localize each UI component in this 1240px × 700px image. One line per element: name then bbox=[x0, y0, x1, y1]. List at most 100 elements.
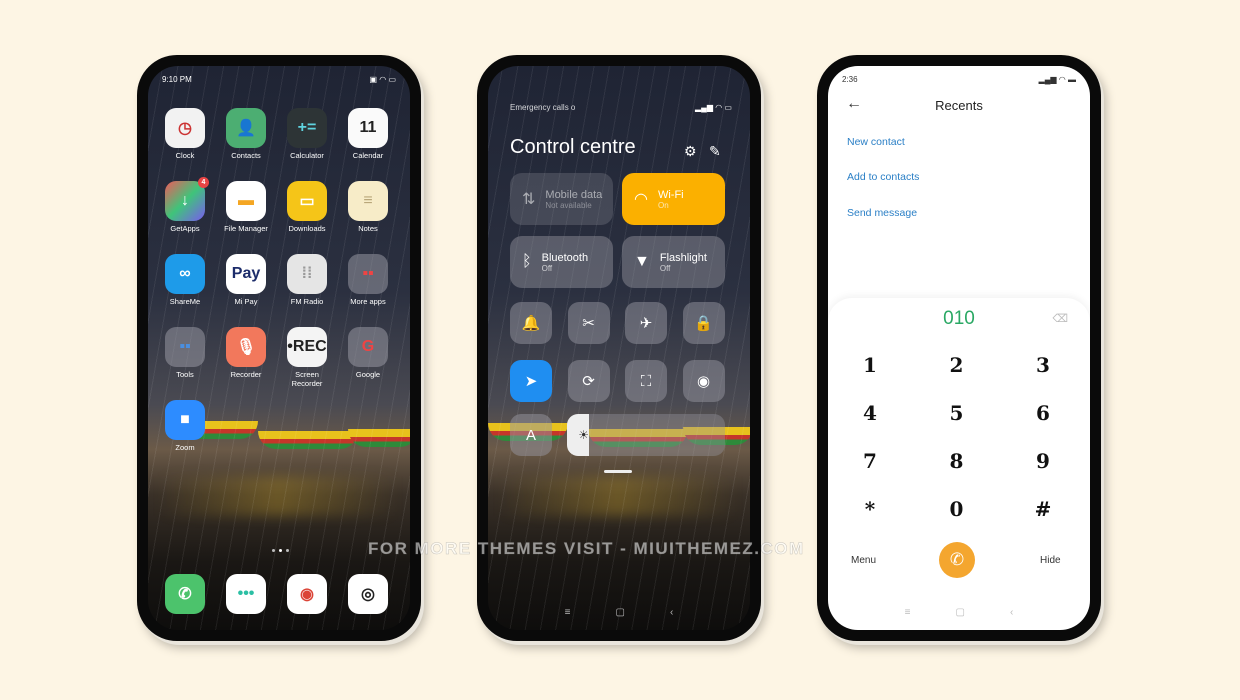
location-icon: ➤ bbox=[524, 373, 538, 390]
app-shareme[interactable]: ∞ ShareMe bbox=[157, 254, 213, 306]
app-getapps[interactable]: ↓ 4 GetApps bbox=[157, 177, 213, 233]
mobile-data-tile[interactable]: ⇅ Mobile data Not available bbox=[510, 173, 613, 225]
key-6[interactable]: 6 bbox=[1023, 401, 1063, 425]
app-calendar[interactable]: 11 Calendar bbox=[340, 108, 396, 160]
send-message-link[interactable]: Send message bbox=[847, 207, 917, 219]
menu-button[interactable]: Menu bbox=[851, 555, 876, 566]
app-recorder[interactable]: 🎙 Recorder bbox=[218, 327, 274, 379]
key-3[interactable]: 3 bbox=[1023, 353, 1063, 377]
flashlight-tile[interactable]: ▼ Flashlight Off bbox=[622, 236, 725, 288]
menu-nav-icon[interactable]: ≡ bbox=[565, 607, 571, 618]
navigation-bar: ≡ ▢ ‹ bbox=[828, 607, 1090, 618]
getapps-icon: ↓ 4 bbox=[165, 177, 209, 221]
dialpad: 010 ⌫ 1 2 3 4 5 6 7 8 9 * 0 # bbox=[828, 298, 1090, 630]
phone-icon: ✆ bbox=[949, 550, 965, 569]
key-#[interactable]: # bbox=[1023, 497, 1063, 521]
backspace-icon[interactable]: ⌫ bbox=[1052, 312, 1068, 325]
app-more-apps[interactable]: ▪▪ More apps bbox=[340, 254, 396, 306]
chrome-icon: ◉ bbox=[287, 574, 327, 614]
bell-icon: 🔔 bbox=[521, 315, 541, 332]
screen-recorder-icon: •REC bbox=[287, 327, 327, 367]
dock-phone[interactable]: ✆ bbox=[157, 574, 213, 617]
page-title: Control centre bbox=[510, 136, 636, 158]
dock-camera[interactable]: ◎ bbox=[340, 574, 396, 617]
wifi-tile[interactable]: ◠ Wi-Fi On bbox=[622, 173, 725, 225]
handle-bar[interactable] bbox=[604, 470, 632, 473]
settings-icon[interactable]: ⚙ bbox=[684, 143, 697, 160]
page-title: Recents bbox=[935, 98, 983, 113]
shareme-icon: ∞ bbox=[165, 254, 205, 294]
app-clock[interactable]: ◷ Clock bbox=[157, 108, 213, 160]
screenshot-icon: ✂ bbox=[582, 315, 595, 332]
app-label: Mi Pay bbox=[234, 297, 258, 306]
lock-toggle[interactable]: 🔒 bbox=[682, 302, 725, 344]
app-label: File Manager bbox=[224, 224, 268, 233]
app-notes[interactable]: ≡ Notes bbox=[340, 181, 396, 233]
screenshot-toggle[interactable]: ✂ bbox=[567, 302, 610, 344]
watermark: FOR MORE THEMES VISIT - MIUITHEMEZ.COM bbox=[368, 539, 805, 559]
app-fm-radio[interactable]: ⁞⁞ FM Radio bbox=[279, 254, 335, 306]
brightness-slider[interactable]: ☀ bbox=[567, 414, 725, 456]
location-toggle[interactable]: ➤ bbox=[510, 360, 552, 402]
auto-brightness-button[interactable]: A bbox=[510, 414, 552, 456]
navigation-bar: ≡ ▢ ‹ bbox=[488, 607, 750, 618]
downloads-icon: ▭ bbox=[287, 181, 327, 221]
app-google[interactable]: G Google bbox=[340, 327, 396, 379]
app-label: GetApps bbox=[170, 224, 200, 233]
key-*[interactable]: * bbox=[850, 497, 890, 521]
back-nav-icon[interactable]: ‹ bbox=[1010, 607, 1013, 618]
key-9[interactable]: 9 bbox=[1023, 449, 1063, 473]
flashlight-icon: ▼ bbox=[634, 253, 650, 270]
status-time: 2:36 bbox=[842, 75, 858, 84]
app-mi-pay[interactable]: Pay Mi Pay bbox=[218, 254, 274, 306]
app-label: Clock bbox=[175, 151, 195, 160]
add-to-contacts-link[interactable]: Add to contacts bbox=[847, 171, 919, 183]
back-nav-icon[interactable]: ‹ bbox=[670, 607, 673, 618]
folder-google-icon: G bbox=[348, 327, 388, 367]
key-8[interactable]: 8 bbox=[937, 449, 977, 473]
key-0[interactable]: 0 bbox=[937, 497, 977, 521]
app-zoom[interactable]: ■ Zoom bbox=[157, 400, 213, 452]
menu-nav-icon[interactable]: ≡ bbox=[905, 607, 911, 618]
eye-toggle[interactable]: ◉ bbox=[682, 360, 725, 402]
key-1[interactable]: 1 bbox=[850, 353, 890, 377]
app-calculator[interactable]: += Calculator bbox=[279, 108, 335, 160]
key-4[interactable]: 4 bbox=[850, 401, 890, 425]
edit-icon[interactable]: ✎ bbox=[709, 143, 721, 160]
microphone-icon: 🎙 bbox=[226, 327, 266, 367]
app-label: Calendar bbox=[352, 151, 384, 160]
app-file-manager[interactable]: ▬ File Manager bbox=[218, 181, 274, 233]
app-label: ShareMe bbox=[169, 297, 201, 306]
notification-badge: 4 bbox=[198, 177, 209, 188]
phone-dialer: 2:36 ▂▄▆ ◠ ▬ ← Recents New contact Add to… bbox=[817, 55, 1101, 641]
app-screen-recorder[interactable]: •REC Screen Recorder bbox=[279, 327, 335, 388]
eye-icon: ◉ bbox=[696, 373, 711, 390]
airplane-toggle[interactable]: ✈ bbox=[625, 302, 667, 344]
call-button[interactable]: ✆ bbox=[939, 542, 975, 578]
app-contacts[interactable]: 👤 Contacts bbox=[218, 108, 274, 160]
bluetooth-tile[interactable]: ᛒ Bluetooth Off bbox=[510, 236, 613, 288]
scan-toggle[interactable]: ⛶ bbox=[625, 360, 667, 402]
dock-messages[interactable]: ••• bbox=[218, 574, 274, 617]
app-label: FM Radio bbox=[290, 297, 324, 306]
key-5[interactable]: 5 bbox=[937, 401, 977, 425]
key-7[interactable]: 7 bbox=[850, 449, 890, 473]
app-downloads[interactable]: ▭ Downloads bbox=[279, 181, 335, 233]
home-nav-icon[interactable]: ▢ bbox=[616, 607, 625, 618]
app-label: Google bbox=[355, 370, 381, 379]
messages-icon: ••• bbox=[226, 574, 266, 614]
folder-tools-icon: ▪▪ bbox=[165, 327, 205, 367]
dialed-number: 010 bbox=[943, 308, 975, 329]
app-tools[interactable]: ▪▪ Tools bbox=[157, 327, 213, 379]
key-2[interactable]: 2 bbox=[937, 353, 977, 377]
home-nav-icon[interactable]: ▢ bbox=[956, 607, 965, 618]
app-label: Tools bbox=[176, 370, 194, 379]
hide-button[interactable]: Hide bbox=[1040, 555, 1061, 566]
rotation-lock-toggle[interactable]: ⟳ bbox=[567, 360, 610, 402]
folder-icon: ▬ bbox=[226, 181, 266, 221]
bell-toggle[interactable]: 🔔 bbox=[510, 302, 552, 344]
airplane-icon: ✈ bbox=[639, 315, 653, 332]
status-icons: ▂▄▆ ◠ ▭ bbox=[695, 103, 732, 112]
dock-chrome[interactable]: ◉ bbox=[279, 574, 335, 617]
new-contact-link[interactable]: New contact bbox=[847, 136, 905, 148]
